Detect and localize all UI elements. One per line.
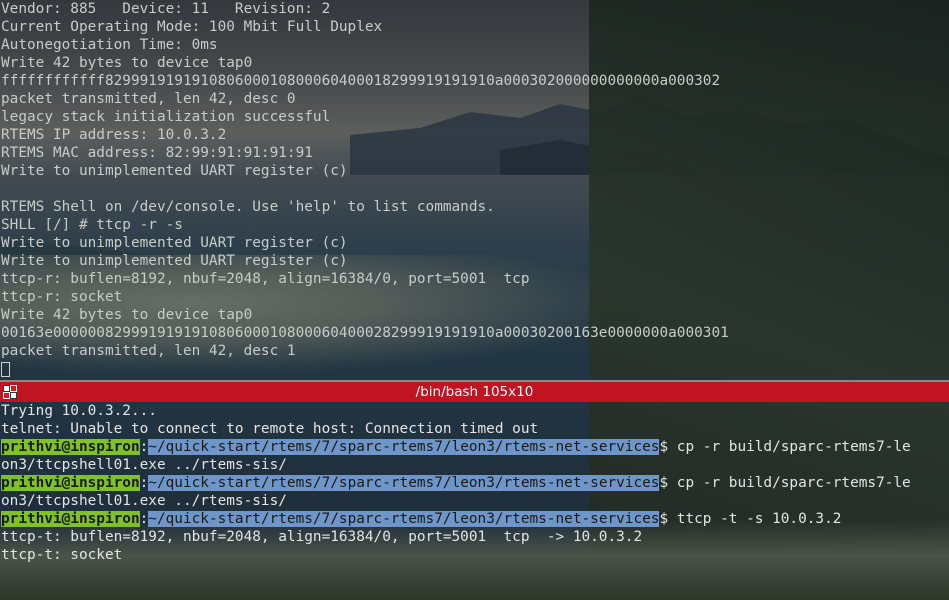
command-text: $ ttcp -t -s 10.0.3.2 xyxy=(659,511,842,527)
terminal-line: telnet: Unable to connect to remote host… xyxy=(1,421,539,437)
prompt-separator: : xyxy=(139,439,149,455)
terminal-line: 00163e0000008299919191910806000108000604… xyxy=(1,325,729,341)
terminal-line: RTEMS IP address: 10.0.3.2 xyxy=(1,127,227,143)
terminal-line: RTEMS Shell on /dev/console. Use 'help' … xyxy=(1,199,495,215)
prompt-user: prithvi@inspiron xyxy=(1,439,140,455)
terminal-title: /bin/bash 105x10 xyxy=(415,384,534,400)
terminal-line: Write to unimplemented UART register (c) xyxy=(1,235,348,251)
terminator-icon[interactable] xyxy=(3,385,17,399)
terminal-line: Write 42 bytes to device tap0 xyxy=(1,307,253,323)
terminal-line: RTEMS MAC address: 82:99:91:91:91:91 xyxy=(1,145,313,161)
prompt-path: ~/quick-start/rtems/7/sparc-rtems7/leon3… xyxy=(148,511,660,527)
prompt-line: prithvi@inspiron:~/quick-start/rtems/7/s… xyxy=(0,510,949,528)
terminal-line: Write to unimplemented UART register (c) xyxy=(1,253,348,269)
command-text: $ cp -r build/sparc-rtems7-le xyxy=(659,475,911,491)
text-cursor xyxy=(1,361,10,377)
terminal-line: Write to unimplemented UART register (c) xyxy=(1,163,348,179)
terminal-line: Vendor: 885 Device: 11 Revision: 2 xyxy=(1,1,331,17)
terminal-line: ttcp-r: buflen=8192, nbuf=2048, align=16… xyxy=(1,271,530,287)
terminal-line: on3/ttcpshell01.exe ../rtems-sis/ xyxy=(1,457,287,473)
prompt-line: prithvi@inspiron:~/quick-start/rtems/7/s… xyxy=(0,438,949,456)
terminal-line: ttcp-r: socket xyxy=(1,289,123,305)
terminal-line: packet transmitted, len 42, desc 0 xyxy=(1,91,296,107)
prompt-separator: : xyxy=(139,475,149,491)
terminal-line: ttcp-t: socket xyxy=(1,547,123,563)
prompt-path: ~/quick-start/rtems/7/sparc-rtems7/leon3… xyxy=(148,439,660,455)
terminal-line: on3/ttcpshell01.exe ../rtems-sis/ xyxy=(1,493,287,509)
terminal-line: ffffffffffff8299919191910806000108000604… xyxy=(1,73,721,89)
prompt-path: ~/quick-start/rtems/7/sparc-rtems7/leon3… xyxy=(148,475,660,491)
command-text: $ cp -r build/sparc-rtems7-le xyxy=(659,439,911,455)
terminal-line: legacy stack initialization successful xyxy=(1,109,331,125)
prompt-user: prithvi@inspiron xyxy=(1,475,140,491)
terminal-pane-bottom[interactable]: Trying 10.0.3.2... telnet: Unable to con… xyxy=(0,402,949,600)
terminal-line: Current Operating Mode: 100 Mbit Full Du… xyxy=(1,19,383,35)
terminal-line: Trying 10.0.3.2... xyxy=(1,403,157,419)
terminal-line: SHLL [/] # ttcp -r -s xyxy=(1,217,183,233)
prompt-user: prithvi@inspiron xyxy=(1,511,140,527)
terminal-line: ttcp-t: buflen=8192, nbuf=2048, align=16… xyxy=(1,529,643,545)
terminal-line: packet transmitted, len 42, desc 1 xyxy=(1,343,296,359)
terminal-line: Autonegotiation Time: 0ms xyxy=(1,37,218,53)
terminal-pane-top[interactable]: Vendor: 885 Device: 11 Revision: 2 Curre… xyxy=(0,0,949,380)
prompt-line: prithvi@inspiron:~/quick-start/rtems/7/s… xyxy=(0,474,949,492)
terminal-titlebar[interactable]: /bin/bash 105x10 xyxy=(0,382,949,402)
prompt-separator: : xyxy=(139,511,149,527)
cursor-line xyxy=(0,360,949,378)
terminal-line: Write 42 bytes to device tap0 xyxy=(1,55,253,71)
